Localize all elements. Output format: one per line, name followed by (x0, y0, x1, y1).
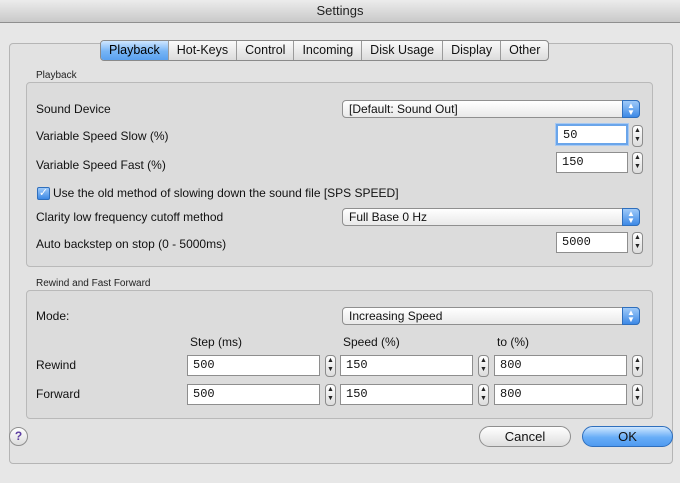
var-speed-slow-input[interactable]: 50 (556, 124, 628, 145)
forward-speed-input[interactable]: 150 (340, 384, 473, 405)
to-header: to (%) (497, 335, 530, 349)
forward-step-input[interactable]: 500 (187, 384, 320, 405)
chevron-updown-icon: ▲ ▼ (622, 307, 640, 325)
forward-label: Forward (36, 387, 81, 401)
old-method-label: Use the old method of slowing down the s… (53, 186, 399, 200)
rewind-to-input[interactable]: 800 (494, 355, 627, 376)
var-speed-fast-input[interactable]: 150 (556, 152, 628, 173)
forward-step-stepper[interactable]: ▲ ▼ (325, 384, 336, 406)
tab-playback[interactable]: Playback (101, 41, 169, 60)
var-speed-slow-stepper[interactable]: ▲ ▼ (632, 125, 643, 147)
playback-section-title: Playback (36, 70, 77, 81)
mode-select[interactable]: Increasing Speed ▲ ▼ (342, 307, 640, 325)
tab-bar: Playback Hot-Keys Control Incoming Disk … (100, 40, 550, 61)
rewind-speed-stepper[interactable]: ▲ ▼ (478, 355, 489, 377)
forward-to-stepper[interactable]: ▲ ▼ (632, 384, 643, 406)
tab-control[interactable]: Control (237, 41, 295, 60)
var-speed-fast-stepper[interactable]: ▲ ▼ (632, 152, 643, 174)
rewind-speed-input[interactable]: 150 (340, 355, 473, 376)
var-speed-fast-label: Variable Speed Fast (%) (36, 158, 166, 172)
speed-header: Speed (%) (343, 335, 400, 349)
auto-backstep-label: Auto backstep on stop (0 - 5000ms) (36, 237, 227, 251)
clarity-value: Full Base 0 Hz (349, 210, 428, 224)
chevron-updown-icon: ▲ ▼ (622, 100, 640, 118)
forward-to-input[interactable]: 800 (494, 384, 627, 405)
help-button[interactable]: ? (9, 427, 28, 446)
tab-hot-keys[interactable]: Hot-Keys (169, 41, 238, 60)
chevron-updown-icon: ▲ ▼ (622, 208, 640, 226)
auto-backstep-input[interactable]: 5000 (556, 232, 628, 253)
auto-backstep-stepper[interactable]: ▲ ▼ (632, 232, 643, 254)
rewind-ff-section-title: Rewind and Fast Forward (36, 278, 151, 289)
rewind-to-stepper[interactable]: ▲ ▼ (632, 355, 643, 377)
tab-incoming[interactable]: Incoming (294, 41, 363, 60)
step-header: Step (ms) (190, 335, 243, 349)
tab-disk-usage[interactable]: Disk Usage (362, 41, 444, 60)
cancel-button[interactable]: Cancel (479, 426, 571, 447)
clarity-select[interactable]: Full Base 0 Hz ▲ ▼ (342, 208, 640, 226)
clarity-label: Clarity low frequency cutoff method (36, 210, 224, 224)
mode-value: Increasing Speed (349, 309, 443, 323)
tab-other[interactable]: Other (501, 41, 548, 60)
sound-device-value: [Default: Sound Out] (349, 102, 458, 116)
window-title: Settings (0, 0, 680, 23)
rewind-label: Rewind (36, 358, 77, 372)
sound-device-label: Sound Device (36, 102, 111, 116)
rewind-step-stepper[interactable]: ▲ ▼ (325, 355, 336, 377)
var-speed-slow-label: Variable Speed Slow (%) (36, 129, 169, 143)
ok-button[interactable]: OK (582, 426, 673, 447)
sound-device-select[interactable]: [Default: Sound Out] ▲ ▼ (342, 100, 640, 118)
forward-speed-stepper[interactable]: ▲ ▼ (478, 384, 489, 406)
mode-label: Mode: (36, 309, 70, 323)
old-method-checkbox[interactable]: ✓ (37, 187, 50, 200)
tab-display[interactable]: Display (443, 41, 502, 60)
rewind-step-input[interactable]: 500 (187, 355, 320, 376)
